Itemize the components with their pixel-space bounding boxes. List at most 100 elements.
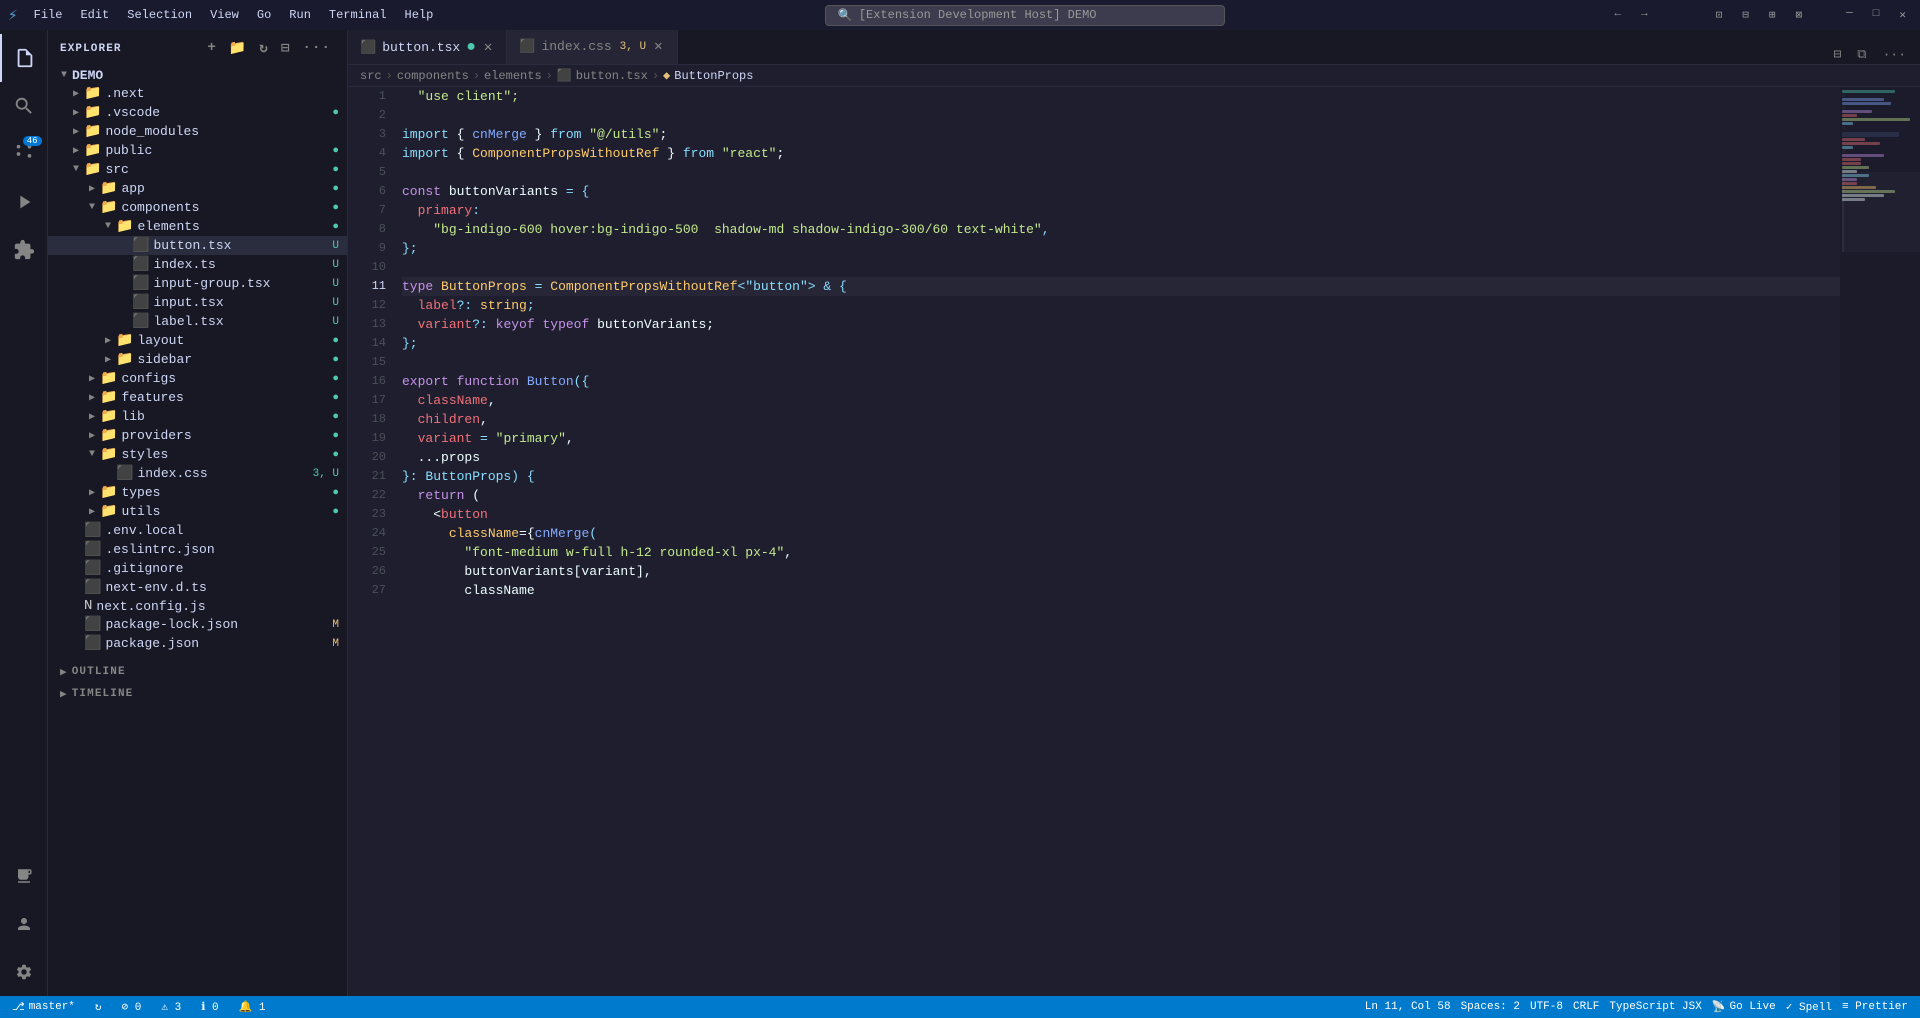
warning-count[interactable]: ⚠ 3 (157, 1000, 185, 1014)
sidebar-item-layout[interactable]: ▶ 📁 layout ● (48, 331, 347, 350)
sidebar-item-env-local[interactable]: ▶ ⬛ .env.local (48, 521, 347, 540)
layout-btn-1[interactable]: ⊡ (1710, 6, 1729, 24)
menu-file[interactable]: File (26, 6, 71, 24)
search-input[interactable]: 🔍 [Extension Development Host] DEMO (825, 5, 1225, 26)
menu-view[interactable]: View (202, 6, 247, 24)
menu-terminal[interactable]: Terminal (321, 6, 395, 24)
info-count[interactable]: ℹ 0 (197, 1000, 222, 1014)
sidebar-item-gitignore[interactable]: ▶ ⬛ .gitignore (48, 559, 347, 578)
notification-bell[interactable]: 🔔 1 (235, 1000, 270, 1014)
sidebar-item-button-tsx[interactable]: ▶ ⬛ button.tsx U (48, 236, 347, 255)
sidebar-item-src[interactable]: ▼ 📁 src ● (48, 160, 347, 179)
breadcrumb-elements[interactable]: elements (484, 69, 542, 83)
more-actions-icon[interactable]: ··· (298, 38, 335, 59)
layout-btn-4[interactable]: ⊠ (1790, 6, 1809, 24)
sidebar-item-app[interactable]: ▶ 📁 app ● (48, 179, 347, 198)
sidebar-item-eslintrc[interactable]: ▶ ⬛ .eslintrc.json (48, 540, 347, 559)
git-branch[interactable]: ⎇ master* (8, 1000, 79, 1014)
source-control-activity-icon[interactable]: 46 (0, 130, 48, 178)
sidebar-item-types[interactable]: ▶ 📁 types ● (48, 483, 347, 502)
code-editor[interactable]: 1 2 3 4 5 6 7 8 9 10 11 12 13 14 15 16 1… (348, 87, 1920, 996)
sidebar-item-input-tsx[interactable]: ▶ ⬛ input.tsx U (48, 293, 347, 312)
tab-close-btn[interactable]: ✕ (652, 38, 664, 55)
line-ending[interactable]: CRLF (1569, 1000, 1603, 1014)
breadcrumb-src[interactable]: src (360, 69, 382, 83)
chevron-right-icon: ▶ (100, 335, 116, 347)
menu-selection[interactable]: Selection (119, 6, 200, 24)
run-debug-activity-icon[interactable] (0, 178, 48, 226)
sidebar-item-features[interactable]: ▶ 📁 features ● (48, 388, 347, 407)
tab-button-tsx[interactable]: ⬛ button.tsx ● ✕ (348, 30, 507, 64)
more-actions-icon[interactable]: ··· (1877, 45, 1912, 64)
sidebar-item-utils[interactable]: ▶ 📁 utils ● (48, 502, 347, 521)
sidebar-item-index-ts[interactable]: ▶ ⬛ index.ts U (48, 255, 347, 274)
sidebar-item-label-tsx[interactable]: ▶ ⬛ label.tsx U (48, 312, 347, 331)
folder-icon: 📁 (100, 427, 117, 444)
sidebar-item-package-lock[interactable]: ▶ ⬛ package-lock.json M (48, 615, 347, 634)
menu-edit[interactable]: Edit (72, 6, 117, 24)
sync-status[interactable]: ↻ (91, 1000, 106, 1014)
sidebar-item-next-env[interactable]: ▶ ⬛ next-env.d.ts (48, 578, 347, 597)
error-count[interactable]: ⊘ 0 (118, 1000, 146, 1014)
sidebar-item-configs[interactable]: ▶ 📁 configs ● (48, 369, 347, 388)
layout-btn-2[interactable]: ⊟ (1736, 6, 1755, 24)
go-live-btn[interactable]: 📡 Go Live (1708, 1000, 1780, 1014)
accounts-activity-icon[interactable] (0, 900, 48, 948)
extensions-activity-icon[interactable] (0, 226, 48, 274)
sidebar-item-components[interactable]: ▼ 📁 components ● (48, 198, 347, 217)
nav-forward[interactable]: → (1635, 6, 1654, 24)
sidebar-item-elements[interactable]: ▼ 📁 elements ● (48, 217, 347, 236)
breadcrumb-file[interactable]: button.tsx (576, 69, 648, 83)
spell-check[interactable]: ✓ Spell (1782, 1000, 1836, 1014)
refresh-icon[interactable]: ↻ (255, 38, 273, 59)
minimize-btn[interactable]: ─ (1840, 6, 1859, 24)
sidebar-item-package-json[interactable]: ▶ ⬛ package.json M (48, 634, 347, 653)
sidebar-item-sidebar-folder[interactable]: ▶ 📁 sidebar ● (48, 350, 347, 369)
settings-activity-icon[interactable] (0, 948, 48, 996)
sidebar-item-input-group-tsx[interactable]: ▶ ⬛ input-group.tsx U (48, 274, 347, 293)
sidebar-item-styles[interactable]: ▼ 📁 styles ● (48, 445, 347, 464)
timeline-section[interactable]: ▶ TIMELINE (48, 683, 347, 705)
nav-back[interactable]: ← (1608, 6, 1627, 24)
menu-help[interactable]: Help (397, 6, 442, 24)
vscode-icon: ⚡ (8, 5, 18, 25)
layout-btn-3[interactable]: ⊞ (1763, 6, 1782, 24)
remote-activity-icon[interactable] (0, 852, 48, 900)
new-file-icon[interactable]: + (203, 38, 221, 59)
search-activity-icon[interactable] (0, 82, 48, 130)
chevron-right-icon: ▶ (100, 354, 116, 366)
tab-close-btn[interactable]: ✕ (482, 39, 494, 56)
prettier-btn[interactable]: ≡ Prettier (1838, 1000, 1912, 1014)
sidebar-item-vscode[interactable]: ▶ 📁 .vscode ● (48, 103, 347, 122)
sidebar-item-lib[interactable]: ▶ 📁 lib ● (48, 407, 347, 426)
tab-index-css[interactable]: ⬛ index.css 3, U ✕ (507, 30, 677, 64)
code-line: variant = "primary", (402, 429, 1840, 448)
outline-section[interactable]: ▶ OUTLINE (48, 661, 347, 683)
breadcrumb-components[interactable]: components (397, 69, 469, 83)
indentation[interactable]: Spaces: 2 (1457, 1000, 1524, 1014)
maximize-btn[interactable]: □ (1867, 6, 1886, 24)
encoding[interactable]: UTF-8 (1526, 1000, 1567, 1014)
code-content[interactable]: "use client"; import { cnMerge } from "@… (398, 87, 1840, 996)
sidebar-item-providers[interactable]: ▶ 📁 providers ● (48, 426, 347, 445)
split-editor-icon[interactable]: ⧉ (1851, 45, 1872, 64)
css-icon: ⬛ (519, 39, 535, 54)
menu-run[interactable]: Run (281, 6, 319, 24)
explorer-activity-icon[interactable] (0, 34, 48, 82)
sidebar-item-label: sidebar (137, 352, 332, 367)
collapse-all-icon[interactable]: ⊟ (277, 38, 295, 59)
cursor-position[interactable]: Ln 11, Col 58 (1361, 1000, 1455, 1014)
sidebar-item-index-css[interactable]: ▶ ⬛ index.css 3, U (48, 464, 347, 483)
sidebar-root-demo[interactable]: ▼ DEMO (48, 67, 347, 84)
code-line: className={cnMerge( (402, 524, 1840, 543)
sidebar-item-public[interactable]: ▶ 📁 public ● (48, 141, 347, 160)
new-folder-icon[interactable]: 📁 (225, 38, 252, 59)
menu-go[interactable]: Go (249, 6, 279, 24)
sidebar-item-node-modules[interactable]: ▶ 📁 node_modules (48, 122, 347, 141)
sidebar-item-next-config[interactable]: ▶ N next.config.js (48, 597, 347, 615)
customize-layout-icon[interactable]: ⊟ (1827, 45, 1847, 64)
git-branch-icon: ⎇ (12, 1000, 25, 1014)
language-mode[interactable]: TypeScript JSX (1605, 1000, 1705, 1014)
close-btn[interactable]: ✕ (1893, 6, 1912, 24)
sidebar-item-next[interactable]: ▶ 📁 .next (48, 84, 347, 103)
